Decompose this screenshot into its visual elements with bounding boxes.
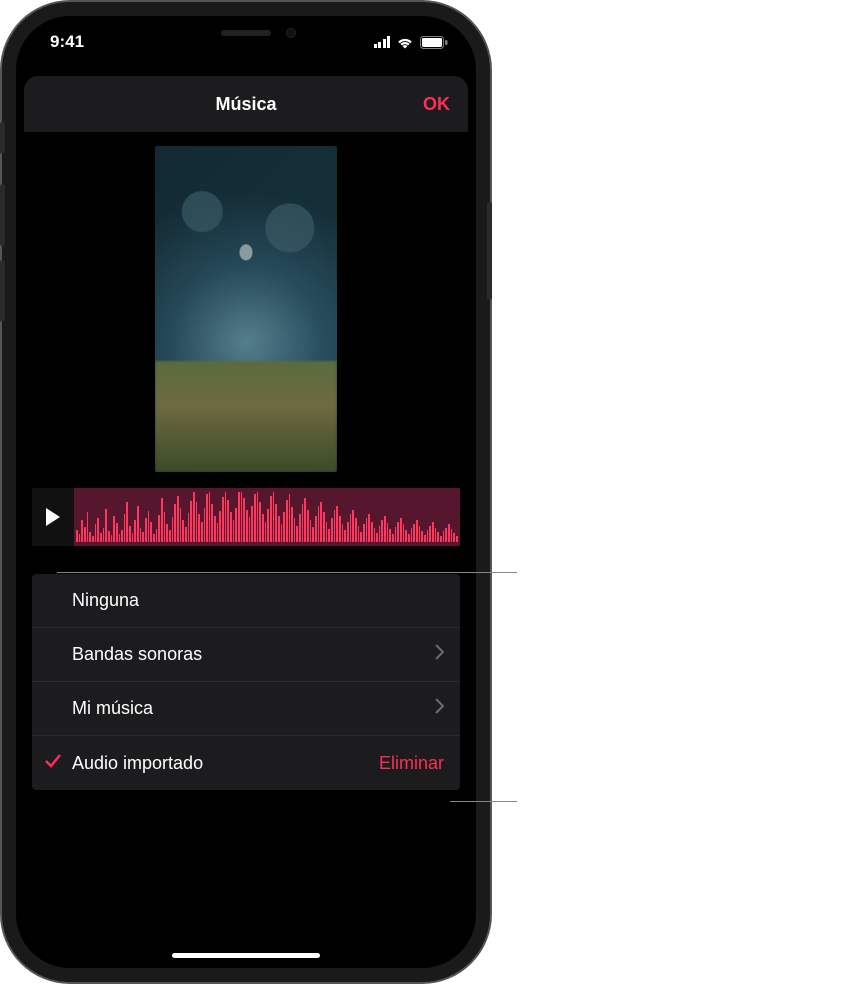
callout-line-delete — [450, 801, 517, 802]
status-time: 9:41 — [50, 32, 84, 52]
page-title: Música — [215, 94, 276, 115]
iphone-device-frame: 9:41 Música OK — [2, 2, 490, 982]
mute-switch — [0, 122, 5, 154]
cellular-signal-icon — [374, 36, 391, 48]
checkmark-icon — [44, 753, 62, 774]
notch — [141, 16, 351, 50]
video-preview-thumbnail[interactable] — [155, 146, 337, 472]
battery-icon — [420, 36, 448, 49]
front-camera — [286, 28, 296, 38]
option-soundtracks[interactable]: Bandas sonoras — [32, 628, 460, 682]
option-my-music-label: Mi música — [72, 698, 153, 719]
audio-waveform[interactable] — [74, 488, 460, 546]
video-preview-container — [24, 132, 468, 482]
music-options-list: Ninguna Bandas sonoras Mi música — [32, 574, 460, 790]
volume-down-button — [0, 260, 5, 322]
option-imported-audio[interactable]: Audio importado Eliminar — [32, 736, 460, 790]
chevron-right-icon — [435, 644, 444, 665]
done-button[interactable]: OK — [423, 94, 450, 115]
option-none[interactable]: Ninguna — [32, 574, 460, 628]
wifi-icon — [396, 36, 414, 49]
callout-line-waveform — [57, 572, 517, 573]
delete-button[interactable]: Eliminar — [379, 753, 444, 774]
option-imported-label: Audio importado — [72, 753, 203, 774]
content-area: Ninguna Bandas sonoras Mi música — [24, 132, 468, 968]
option-my-music[interactable]: Mi música — [32, 682, 460, 736]
side-button — [487, 202, 492, 300]
option-soundtracks-label: Bandas sonoras — [72, 644, 202, 665]
audio-waveform-row — [32, 488, 460, 546]
option-none-label: Ninguna — [72, 590, 139, 611]
home-indicator[interactable] — [172, 953, 320, 958]
play-button[interactable] — [32, 488, 74, 546]
navigation-bar: Música OK — [24, 76, 468, 132]
chevron-right-icon — [435, 698, 444, 719]
screen: 9:41 Música OK — [16, 16, 476, 968]
volume-up-button — [0, 184, 5, 246]
play-icon — [44, 507, 62, 527]
earpiece-speaker — [221, 30, 271, 36]
